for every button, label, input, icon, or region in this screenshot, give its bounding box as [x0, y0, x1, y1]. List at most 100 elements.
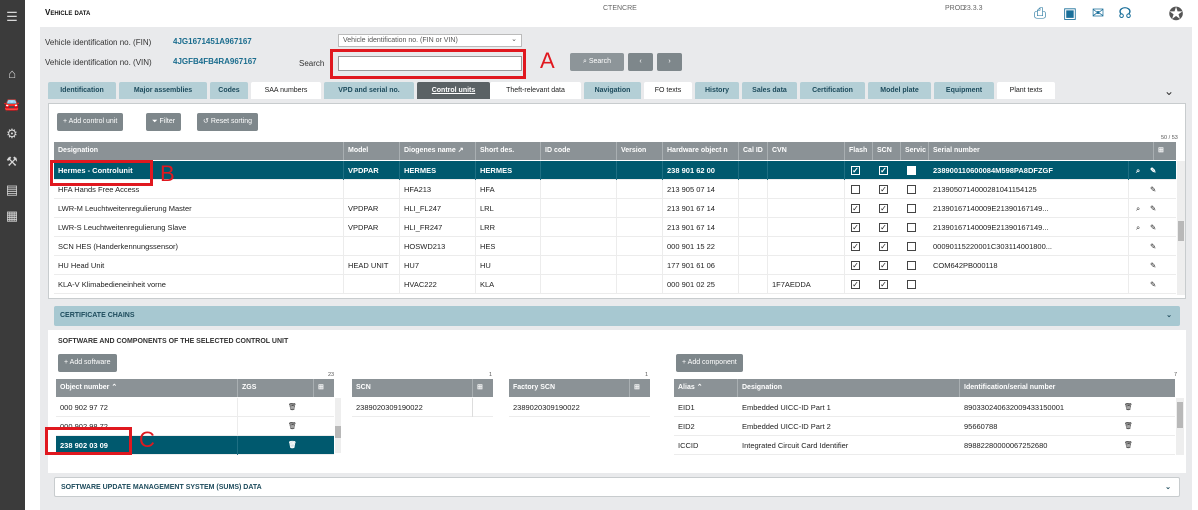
trash-icon[interactable]: 🗑 — [1120, 436, 1134, 455]
next-button[interactable]: › — [657, 53, 682, 71]
trash-icon[interactable]: 🗑 — [1120, 417, 1134, 436]
edit-icon[interactable]: ✎ — [1146, 237, 1158, 256]
control-unit-row[interactable]: KLA-V Klimabedieneinheit vorne HVAC222 KLA… — [54, 275, 1176, 294]
col-component-serial[interactable]: Identification/serial number — [960, 379, 1175, 397]
tab-vpd-serial[interactable]: VPD and serial no. — [324, 82, 414, 99]
serv-checkbox[interactable] — [907, 166, 916, 175]
add-software-button[interactable]: + Add software — [58, 354, 117, 372]
software-row[interactable]: 000 902 97 72 🗑 — [56, 398, 334, 417]
prev-button[interactable]: ‹ — [628, 53, 653, 71]
control-unit-row[interactable]: HFA Hands Free Access HFA213 HFA 213 905 07… — [54, 180, 1176, 199]
col-service[interactable]: Servic — [901, 142, 929, 160]
home-icon[interactable]: ⌂ — [3, 66, 21, 82]
col-version[interactable]: Version — [617, 142, 663, 160]
id-type-select[interactable]: Vehicle identification no. (FIN or VIN) ⌄ — [338, 34, 522, 47]
search-button[interactable]: ⌕ Search — [570, 53, 624, 71]
diagnosis-icon[interactable]: ⚒ — [3, 154, 21, 170]
headset-icon[interactable]: ☊ — [1116, 5, 1134, 23]
search-icon[interactable]: ⌕ — [1132, 199, 1144, 218]
control-units-scrollbar[interactable] — [1177, 161, 1185, 295]
tab-saa-numbers[interactable]: SAA numbers — [251, 82, 321, 99]
tab-navigation[interactable]: Navigation — [584, 82, 641, 99]
export-icon[interactable]: ⊞ — [473, 379, 493, 397]
component-row[interactable]: EID1 Embedded UICC-ID Part 1 8903302406320… — [674, 398, 1175, 417]
filter-button[interactable]: ⏷ Filter — [146, 113, 182, 131]
scn-checkbox[interactable]: ✓ — [879, 261, 888, 270]
control-unit-row[interactable]: HU Head Unit HEAD UNIT HU7 HU 177 901 61 06 C… — [54, 256, 1176, 275]
reset-sorting-button[interactable]: ↺ Reset sorting — [197, 113, 259, 131]
component-scrollbar[interactable] — [1176, 398, 1184, 455]
flash-checkbox[interactable]: ✓ — [851, 223, 860, 232]
scn-checkbox[interactable]: ✓ — [879, 223, 888, 232]
scrollbar-thumb[interactable] — [1177, 402, 1183, 428]
tab-history[interactable]: History — [695, 82, 739, 99]
document-icon[interactable]: ▦ — [3, 208, 21, 224]
col-scn[interactable]: SCN — [352, 379, 473, 397]
col-object-number[interactable]: Object number ⌃ — [56, 379, 238, 397]
scrollbar-thumb[interactable] — [1178, 221, 1184, 241]
scn-checkbox[interactable]: ✓ — [879, 185, 888, 194]
control-unit-row[interactable]: Hermes - Controlunit VPDPAR HERMES HERMES 23… — [54, 161, 1176, 180]
flash-checkbox[interactable]: ✓ — [851, 242, 860, 251]
export-icon[interactable]: ⊞ — [630, 379, 650, 397]
component-row[interactable]: ICCID Integrated Circuit Card Identifier 8… — [674, 436, 1175, 455]
edit-icon[interactable]: ✎ — [1146, 275, 1158, 294]
col-factory-scn[interactable]: Factory SCN — [509, 379, 630, 397]
col-short[interactable]: Short des. — [476, 142, 541, 160]
col-model[interactable]: Model — [344, 142, 400, 160]
edit-icon[interactable]: ✎ — [1146, 180, 1158, 199]
tab-model-plate[interactable]: Model plate — [868, 82, 931, 99]
col-cvn[interactable]: CVN — [768, 142, 845, 160]
trash-icon[interactable]: 🗑 — [1120, 398, 1134, 417]
col-cal-id[interactable]: Cal ID — [739, 142, 768, 160]
car-icon[interactable]: 🚘 — [3, 97, 21, 113]
col-zgs[interactable]: ZGS — [238, 379, 314, 397]
col-flash[interactable]: Flash — [845, 142, 873, 160]
serv-checkbox[interactable] — [907, 242, 916, 251]
tab-identification[interactable]: Identification — [48, 82, 116, 99]
edit-icon[interactable]: ✎ — [1146, 218, 1158, 237]
flash-checkbox[interactable]: ✓ — [851, 166, 860, 175]
book-icon[interactable]: ▣ — [1061, 5, 1079, 23]
col-scn[interactable]: SCN — [873, 142, 901, 160]
engine-icon[interactable]: ⚙ — [3, 126, 21, 142]
col-alias[interactable]: Alias ⌃ — [674, 379, 738, 397]
serv-checkbox[interactable] — [907, 280, 916, 289]
scn-checkbox[interactable]: ✓ — [879, 280, 888, 289]
tab-control-units[interactable]: Control units — [417, 82, 490, 99]
serv-checkbox[interactable] — [907, 223, 916, 232]
tab-major-assemblies[interactable]: Major assemblies — [119, 82, 207, 99]
search-icon[interactable]: ⌕ — [1132, 218, 1144, 237]
scn-row[interactable]: 2389020309190022 — [352, 398, 493, 417]
certificate-chains-section[interactable]: CERTIFICATE CHAINS ⌄ — [54, 306, 1180, 326]
edit-icon[interactable]: ✎ — [1146, 256, 1158, 275]
tab-fo-texts[interactable]: FO texts — [644, 82, 692, 99]
scn-checkbox[interactable]: ✓ — [879, 166, 888, 175]
col-hardware[interactable]: Hardware object n — [663, 142, 739, 160]
tab-theft-relevant[interactable]: Theft-relevant data — [490, 82, 581, 99]
edit-icon[interactable]: ✎ — [1146, 199, 1158, 218]
serv-checkbox[interactable] — [907, 185, 916, 194]
trash-icon[interactable]: 🗑 — [284, 398, 298, 417]
control-unit-row[interactable]: LWR-S Leuchtweitenregulierung Slave VPDPA… — [54, 218, 1176, 237]
tab-certification[interactable]: Certification — [800, 82, 865, 99]
col-component-designation[interactable]: Designation — [738, 379, 960, 397]
tab-codes[interactable]: Codes — [210, 82, 248, 99]
mail-icon[interactable]: ✉ — [1089, 5, 1107, 23]
flash-checkbox[interactable]: ✓ — [851, 280, 860, 289]
col-serial[interactable]: Serial number — [929, 142, 1154, 160]
col-id-code[interactable]: ID code — [541, 142, 617, 160]
trash-icon[interactable]: 🗑 — [284, 417, 298, 436]
software-scrollbar[interactable] — [335, 398, 341, 453]
serv-checkbox[interactable] — [907, 261, 916, 270]
scrollbar-thumb[interactable] — [335, 426, 341, 438]
control-unit-row[interactable]: LWR-M Leuchtweitenregulierung Master VPDP… — [54, 199, 1176, 218]
flash-checkbox[interactable] — [851, 185, 860, 194]
export-icon[interactable]: ⊞ — [1154, 142, 1176, 160]
col-diogenes[interactable]: Diogenes name ↗ — [400, 142, 476, 160]
scn-checkbox[interactable]: ✓ — [879, 204, 888, 213]
trash-icon[interactable]: 🗑 — [284, 436, 298, 455]
tab-plant-texts[interactable]: Plant texts — [997, 82, 1055, 99]
control-unit-row[interactable]: SCN HES (Handerkennungssensor) HOSWD213 HE… — [54, 237, 1176, 256]
export-icon[interactable]: ⊞ — [314, 379, 334, 397]
